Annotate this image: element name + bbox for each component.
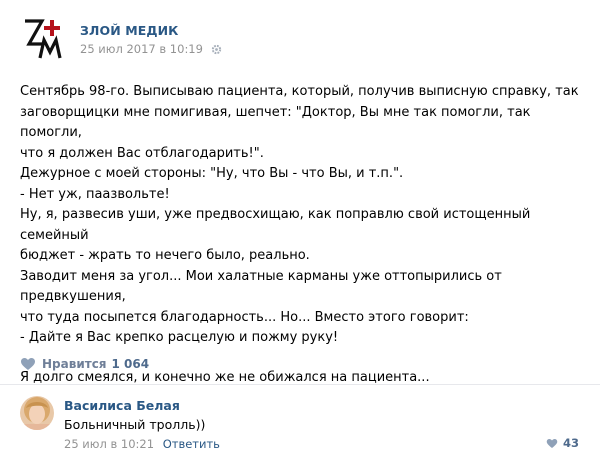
comment-meta: 25 июл в 10:21 Ответить: [64, 437, 220, 451]
divider: [0, 384, 600, 385]
gear-icon[interactable]: [211, 44, 222, 55]
avatar[interactable]: [20, 396, 54, 430]
post-line: что я должен Вас отблагодарить!".: [20, 145, 264, 161]
comment-author-link[interactable]: Василиса Белая: [64, 398, 180, 413]
post-line: Дежурное с моей стороны: "Ну, что Вы - ч…: [20, 166, 404, 181]
comment-like-button[interactable]: 43: [546, 436, 579, 450]
zm-logo-icon[interactable]: [20, 14, 68, 62]
post-line: Ну, я, развесив уши, уже предвосхищаю, к…: [20, 207, 531, 243]
post-line: Сентябрь 98-го. Выписываю пациента, кото…: [20, 84, 579, 99]
post-line: - Нет уж, паазвольте!: [20, 186, 170, 202]
post-text: Сентябрь 98-го. Выписываю пациента, кото…: [20, 82, 585, 388]
heart-icon: [546, 438, 558, 448]
comment-like-count: 43: [562, 436, 579, 450]
post-author-link[interactable]: ЗЛОЙ МЕДИК: [80, 23, 179, 38]
like-button[interactable]: Нравится 1 064: [20, 349, 149, 379]
comment-text: Больничный тролль)): [64, 417, 206, 432]
post-meta: 25 июл 2017 в 10:19: [80, 42, 222, 56]
heart-icon: [21, 358, 35, 370]
reply-button[interactable]: Ответить: [163, 437, 220, 451]
post-line: Заводит меня за угол... Мои халатные кар…: [20, 268, 502, 305]
like-count: 1 064: [111, 357, 150, 371]
post-line: заговорщицки мне помигивая, шепчет: "Док…: [20, 104, 531, 141]
post-line: что туда посыпется благодарность... Но..…: [20, 309, 469, 325]
post-date[interactable]: 25 июл 2017 в 10:19: [80, 42, 203, 56]
post-header: ЗЛОЙ МЕДИК 25 июл 2017 в 10:19: [20, 14, 580, 62]
like-label: Нравится: [42, 357, 107, 371]
comment-date[interactable]: 25 июл в 10:21: [64, 437, 154, 451]
avatar-image: [20, 396, 54, 430]
post-line: бюджет - жрать то нечего было, реально.: [20, 248, 310, 263]
post-line: - Дайте я Вас крепко расцелую и пожму ру…: [20, 330, 339, 345]
post-actions: Нравится 1 064: [0, 349, 600, 381]
comment: Василиса Белая Больничный тролль)) 25 ию…: [20, 396, 585, 451]
